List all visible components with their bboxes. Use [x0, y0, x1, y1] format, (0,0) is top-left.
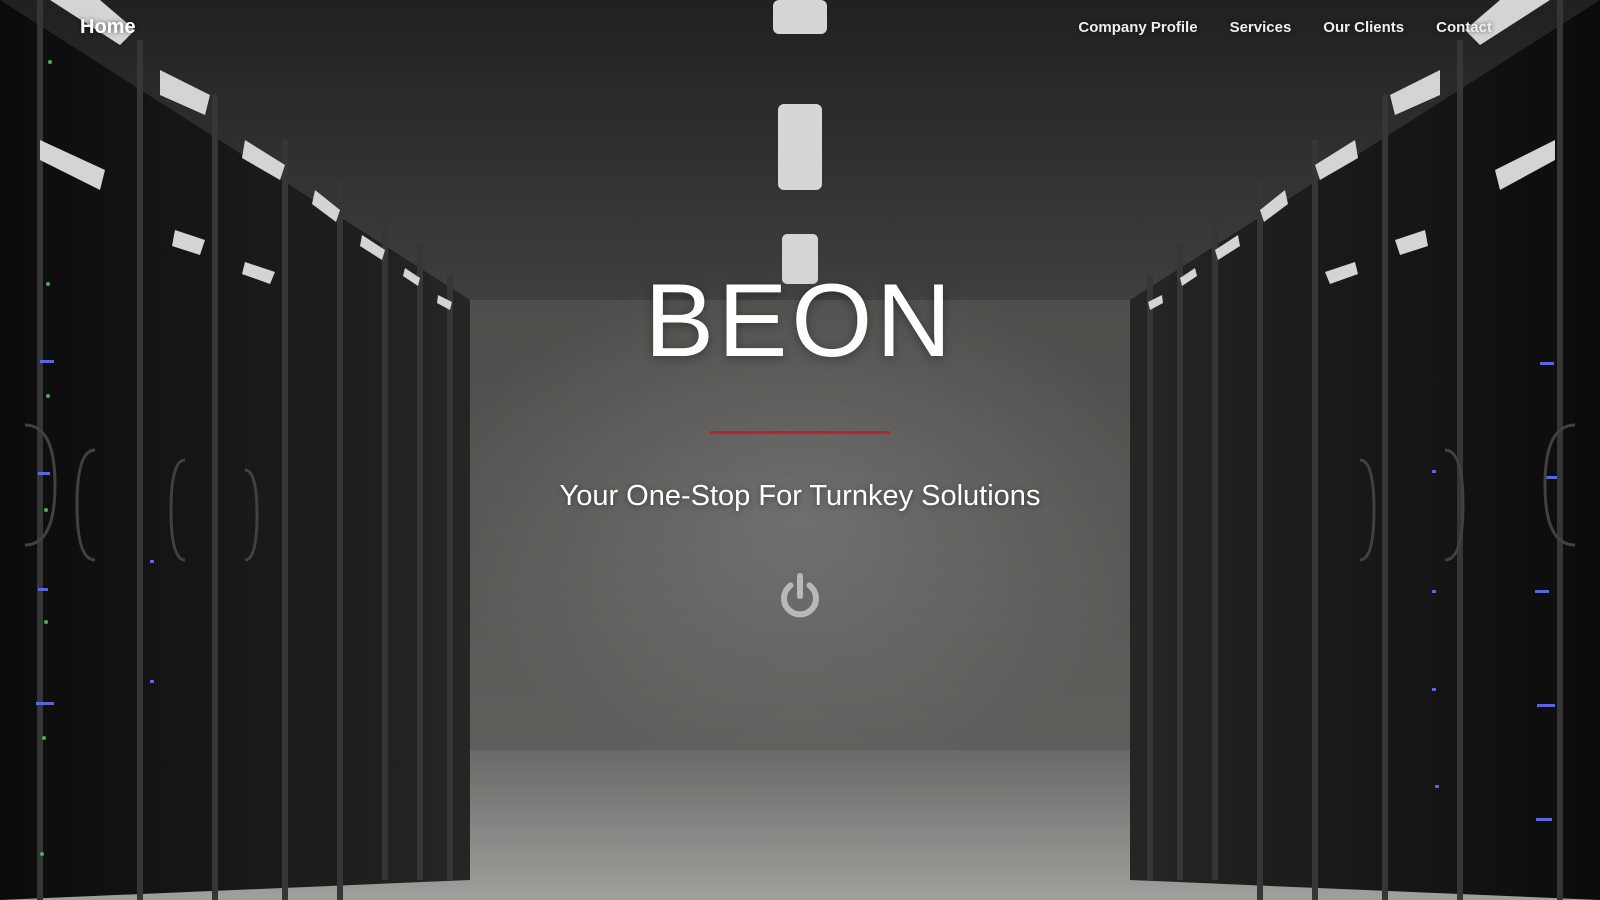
hero-tagline: Your One-Stop For Turnkey Solutions [559, 480, 1041, 512]
brand-title: BEON [644, 263, 956, 379]
power-icon[interactable] [776, 572, 824, 622]
hero-content: BEON Your One-Stop For Turnkey Solutions [0, 0, 1600, 900]
accent-divider [710, 431, 890, 434]
hero-section: Home Company Profile Services Our Client… [0, 0, 1600, 900]
